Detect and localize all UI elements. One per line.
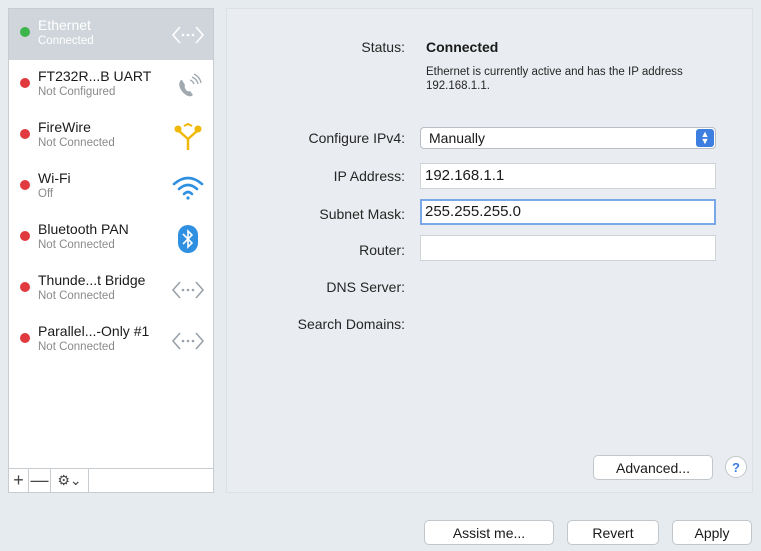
service-list: Ethernet Connected FT232R...B UART Not C… xyxy=(9,9,213,366)
help-button[interactable]: ? xyxy=(725,456,747,478)
service-item-ethernet[interactable]: Ethernet Connected xyxy=(9,9,213,60)
configure-ipv4-label: Configure IPv4: xyxy=(308,130,406,146)
remove-service-button[interactable]: — xyxy=(29,468,51,493)
sidebar-toolbar: + — ⚙︎⌄ xyxy=(9,468,213,493)
service-list-sidebar: Ethernet Connected FT232R...B UART Not C… xyxy=(8,8,214,493)
ethernet-arrows-icon xyxy=(171,18,205,52)
subnet-mask-field[interactable]: 255.255.255.0 xyxy=(420,199,716,225)
advanced-button[interactable]: Advanced... xyxy=(593,455,713,480)
router-field[interactable] xyxy=(420,235,716,261)
add-service-button[interactable]: + xyxy=(9,468,29,493)
dns-server-label: DNS Server: xyxy=(326,279,405,295)
ethernet-arrows-icon xyxy=(171,324,205,358)
status-dot xyxy=(20,282,30,292)
status-dot xyxy=(20,27,30,37)
configure-ipv4-value: Manually xyxy=(429,130,486,146)
service-item-ft232r-uart[interactable]: FT232R...B UART Not Configured xyxy=(9,60,213,111)
service-item-wifi[interactable]: Wi-Fi Off xyxy=(9,162,213,213)
status-dot xyxy=(20,231,30,241)
revert-button[interactable]: Revert xyxy=(567,520,659,545)
status-dot xyxy=(20,129,30,139)
network-detail-panel: Status: Connected Ethernet is currently … xyxy=(226,8,753,493)
firewire-icon xyxy=(171,120,205,154)
phone-modem-icon xyxy=(171,69,205,103)
stepper-arrows-icon: ▲ ▼ xyxy=(696,129,714,147)
search-domains-label: Search Domains: xyxy=(297,316,405,332)
service-item-thunderbolt-bridge[interactable]: Thunde...t Bridge Not Connected xyxy=(9,264,213,315)
bluetooth-icon xyxy=(171,222,205,256)
status-dot xyxy=(20,333,30,343)
apply-button[interactable]: Apply xyxy=(672,520,752,545)
ip-address-field[interactable]: 192.168.1.1 xyxy=(420,163,716,189)
service-item-firewire[interactable]: FireWire Not Connected xyxy=(9,111,213,162)
status-label: Status: xyxy=(361,39,405,55)
status-description: Ethernet is currently active and has the… xyxy=(426,66,683,92)
status-dot xyxy=(20,180,30,190)
configure-ipv4-select[interactable]: Manually ▲ ▼ xyxy=(420,127,716,149)
ip-address-label: IP Address: xyxy=(333,168,405,184)
status-value: Connected xyxy=(426,39,499,55)
ethernet-arrows-icon xyxy=(171,273,205,307)
assist-me-button[interactable]: Assist me... xyxy=(424,520,554,545)
wifi-icon xyxy=(171,171,205,205)
service-item-parallels-host-only[interactable]: Parallel...-Only #1 Not Connected xyxy=(9,315,213,366)
status-dot xyxy=(20,78,30,88)
subnet-mask-label: Subnet Mask: xyxy=(319,206,405,222)
service-item-bluetooth-pan[interactable]: Bluetooth PAN Not Connected xyxy=(9,213,213,264)
gear-menu-button[interactable]: ⚙︎⌄ xyxy=(51,468,89,493)
router-label: Router: xyxy=(359,242,405,258)
